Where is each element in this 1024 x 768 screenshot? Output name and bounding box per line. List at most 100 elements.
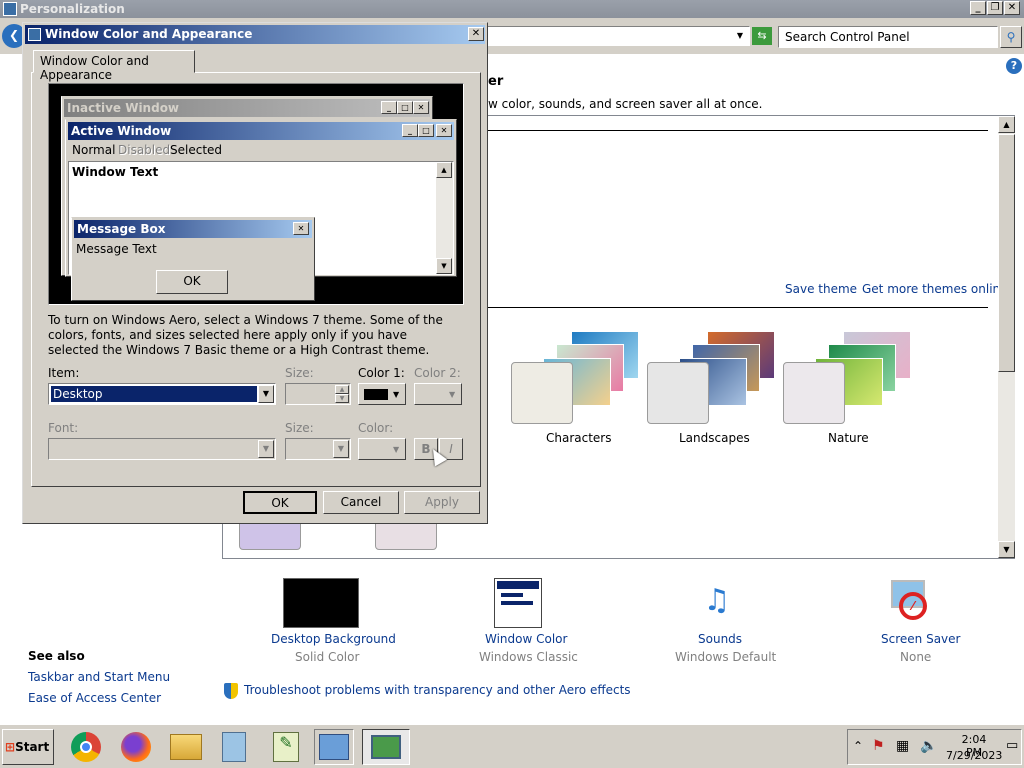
font-dropdown-icon[interactable]: ▼ bbox=[258, 440, 274, 458]
font-label: Font: bbox=[48, 421, 79, 435]
minimize-button[interactable]: _ bbox=[970, 1, 986, 15]
theme-landscapes[interactable] bbox=[647, 326, 777, 426]
desktop-background-icon[interactable] bbox=[283, 578, 359, 628]
preview-minimize-icon: _ bbox=[381, 101, 397, 114]
spin-up-icon[interactable]: ▲ bbox=[335, 385, 349, 394]
action-center-icon[interactable]: ⚑ bbox=[872, 738, 885, 754]
address-dropdown-icon[interactable]: ▼ bbox=[732, 28, 748, 46]
active-title-text: Active Window bbox=[71, 124, 172, 138]
size-label: Size: bbox=[285, 366, 314, 380]
search-input[interactable]: Search Control Panel bbox=[778, 26, 998, 48]
control-panel-taskbar-icon[interactable] bbox=[314, 729, 354, 765]
ease-of-access-link[interactable]: Ease of Access Center bbox=[28, 691, 161, 705]
preview-minimize-icon: _ bbox=[402, 124, 418, 137]
font-color-dropdown-icon: ▼ bbox=[393, 445, 400, 454]
show-desktop-icon[interactable]: ▭ bbox=[1006, 738, 1018, 753]
item-dropdown-icon[interactable]: ▼ bbox=[258, 385, 274, 403]
tab-window-color[interactable]: Window Color and Appearance bbox=[33, 50, 195, 82]
tray-expand-icon[interactable]: ⌃ bbox=[853, 739, 863, 753]
cancel-button[interactable]: Cancel bbox=[323, 491, 399, 514]
notepad-taskbar-icon[interactable]: ✎ bbox=[266, 729, 306, 765]
main-window-title: Personalization bbox=[20, 2, 125, 16]
apply-button[interactable]: Apply bbox=[404, 491, 480, 514]
font-size-dropdown[interactable]: ▼ bbox=[285, 438, 351, 460]
preview-ok-button: OK bbox=[156, 270, 228, 294]
sounds-link[interactable]: Sounds bbox=[698, 632, 742, 646]
appearance-preview[interactable]: Inactive Window _ □ ✕ Active Window _ □ … bbox=[48, 83, 464, 305]
color2-picker[interactable]: ▼ bbox=[414, 383, 462, 405]
page-heading-fragment: er bbox=[488, 74, 504, 89]
dialog-title-bar: Window Color and Appearance ✕ bbox=[25, 25, 485, 44]
scroll-up-icon[interactable]: ▲ bbox=[998, 116, 1015, 133]
preview-maximize-icon: □ bbox=[397, 101, 413, 114]
search-icon[interactable]: ⚲ bbox=[1000, 26, 1022, 48]
explorer-taskbar-icon[interactable] bbox=[166, 729, 206, 765]
start-label: Start bbox=[15, 740, 50, 754]
font-dropdown[interactable]: ▼ bbox=[48, 438, 276, 460]
restore-button[interactable]: ❐ bbox=[987, 1, 1003, 15]
troubleshoot-link[interactable]: Troubleshoot problems with transparency … bbox=[244, 683, 631, 697]
shield-icon bbox=[224, 683, 238, 699]
screen-saver-icon[interactable]: ⁄ bbox=[889, 578, 937, 626]
theme-thumb bbox=[783, 362, 845, 424]
windows-logo-icon: ⊞ bbox=[5, 740, 16, 754]
preview-menu-disabled: Disabled bbox=[118, 143, 171, 157]
sounds-icon[interactable]: ♫ bbox=[693, 578, 741, 626]
ok-button[interactable]: OK bbox=[243, 491, 317, 514]
help-icon[interactable]: ? bbox=[1006, 58, 1022, 74]
font-size-dropdown-icon[interactable]: ▼ bbox=[333, 440, 349, 458]
personalization-taskbar-icon[interactable] bbox=[362, 729, 410, 765]
theme-nature[interactable] bbox=[783, 326, 913, 426]
preview-menu-normal: Normal bbox=[72, 143, 116, 157]
scroll-down-icon[interactable]: ▼ bbox=[998, 541, 1015, 558]
close-button[interactable]: ✕ bbox=[1004, 1, 1020, 15]
dialog-title: Window Color and Appearance bbox=[45, 27, 253, 41]
screen-saver-value: None bbox=[900, 650, 932, 664]
firefox-taskbar-icon[interactable] bbox=[116, 729, 156, 765]
window-color-link[interactable]: Window Color bbox=[485, 632, 567, 646]
main-title-bar: Personalization _ ❐ ✕ bbox=[0, 0, 1024, 18]
see-also-heading: See also bbox=[28, 649, 85, 663]
refresh-icon[interactable]: ⇆ bbox=[752, 27, 772, 45]
window-color-icon[interactable] bbox=[494, 578, 542, 628]
save-theme-link[interactable]: Save theme bbox=[785, 282, 857, 296]
size-spinner[interactable]: ▲ ▼ bbox=[285, 383, 351, 405]
taskbar-start-menu-link[interactable]: Taskbar and Start Menu bbox=[28, 670, 170, 684]
preview-menu-selected: Selected bbox=[170, 143, 223, 157]
color1-dropdown-icon: ▼ bbox=[393, 390, 400, 399]
volume-icon[interactable]: 🔈 bbox=[920, 738, 937, 754]
window-color-icon-line bbox=[501, 593, 523, 597]
font-color-picker[interactable]: ▼ bbox=[358, 438, 406, 460]
scroll-thumb[interactable] bbox=[998, 134, 1015, 372]
color2-dropdown-icon: ▼ bbox=[449, 390, 456, 399]
start-button[interactable]: ⊞Start bbox=[2, 729, 54, 765]
preview-inactive-title: Inactive Window _ □ ✕ bbox=[64, 99, 430, 117]
control-panel-icon bbox=[3, 2, 17, 16]
spin-down-icon[interactable]: ▼ bbox=[335, 394, 349, 403]
preview-scroll-down-icon: ▼ bbox=[436, 258, 452, 274]
item-selected-value: Desktop bbox=[51, 386, 257, 402]
chrome-taskbar-icon[interactable] bbox=[66, 729, 106, 765]
preview-close-icon: ✕ bbox=[413, 101, 429, 114]
documents-taskbar-icon[interactable] bbox=[214, 729, 254, 765]
no-entry-icon: ⁄ bbox=[899, 592, 927, 620]
network-icon[interactable]: ▦ bbox=[896, 738, 909, 754]
theme-characters[interactable] bbox=[511, 326, 641, 426]
dialog-close-button[interactable]: ✕ bbox=[468, 27, 484, 41]
theme-scrollbar[interactable]: ▲ ▼ bbox=[998, 116, 1015, 558]
preview-msgbox-title: Message Box ✕ bbox=[74, 220, 312, 238]
preview-maximize-icon: □ bbox=[418, 124, 434, 137]
theme-label-landscapes: Landscapes bbox=[679, 431, 750, 445]
desktop-background-link[interactable]: Desktop Background bbox=[271, 632, 396, 646]
font-size-label: Size: bbox=[285, 421, 314, 435]
item-dropdown[interactable]: Desktop ▼ bbox=[48, 383, 276, 405]
search-placeholder: Search Control Panel bbox=[785, 30, 910, 44]
get-more-themes-link[interactable]: Get more themes online bbox=[862, 282, 1008, 296]
screen-saver-link[interactable]: Screen Saver bbox=[881, 632, 960, 646]
color1-swatch bbox=[364, 389, 388, 400]
dialog-icon bbox=[28, 28, 41, 41]
color1-picker[interactable]: ▼ bbox=[358, 383, 406, 405]
window-color-value: Windows Classic bbox=[479, 650, 578, 664]
address-field[interactable]: ▼ bbox=[480, 26, 750, 46]
clock-date[interactable]: 7/29/2023 bbox=[946, 749, 1002, 762]
